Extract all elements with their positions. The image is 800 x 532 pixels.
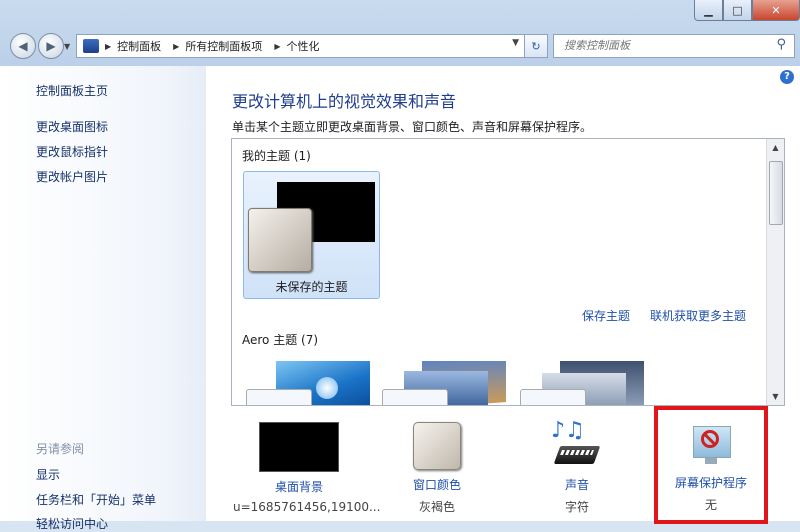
sidebar-item-mouse-pointers[interactable]: 更改鼠标指针 bbox=[36, 143, 108, 160]
task-sidebar: 控制面板主页 更改桌面图标 更改鼠标指针 更改帐户图片 另请参阅 显示 任务栏和… bbox=[0, 66, 206, 531]
sidebar-item-desktop-icons[interactable]: 更改桌面图标 bbox=[36, 118, 108, 135]
aero-window-color-swatch bbox=[382, 389, 448, 405]
aero-themes-heading: Aero 主题 (7) bbox=[242, 333, 319, 347]
breadcrumb-separator-icon: ▶ bbox=[274, 41, 281, 51]
title-bar-buttons: ▁ □ ✕ bbox=[694, 0, 800, 22]
page-title: 更改计算机上的视觉效果和声音 bbox=[232, 92, 457, 111]
see-also-taskbar-start-menu[interactable]: 任务栏和「开始」菜单 bbox=[36, 491, 156, 508]
theme-name: 未保存的主题 bbox=[275, 280, 348, 294]
breadcrumb-control-panel[interactable]: 控制面板 bbox=[117, 38, 161, 54]
aero-theme-tile[interactable] bbox=[382, 361, 506, 405]
get-more-themes-link[interactable]: 联机获取更多主题 bbox=[650, 307, 746, 324]
close-button[interactable]: ✕ bbox=[752, 0, 800, 21]
refresh-icon: ↻ bbox=[531, 39, 541, 53]
forward-button[interactable]: ▶ bbox=[38, 33, 64, 59]
personalization-window: ▁ □ ✕ ◀ ▶ ▼ ▶ 控制面板 ▶ 所有控制面板项 ▶ 个性化 ▼ ↻ ⚲ bbox=[0, 0, 800, 531]
minimize-button[interactable]: ▁ bbox=[694, 0, 723, 21]
back-button[interactable]: ◀ bbox=[10, 33, 36, 59]
window-color-value: 灰褐色 bbox=[418, 500, 455, 514]
window-color-icon bbox=[413, 422, 461, 470]
see-also-ease-of-access[interactable]: 轻松访问中心 bbox=[36, 515, 108, 532]
aero-theme-tile[interactable] bbox=[246, 361, 370, 405]
desktop-background-icon bbox=[259, 422, 339, 472]
address-bar[interactable]: ▶ 控制面板 ▶ 所有控制面板项 ▶ 个性化 ▼ bbox=[76, 34, 548, 58]
see-also-display[interactable]: 显示 bbox=[36, 466, 60, 483]
sounds-item[interactable]: ♪♫ 声音 字符 bbox=[507, 418, 647, 515]
refresh-button[interactable]: ↻ bbox=[524, 34, 548, 58]
sounds-label: 声音 bbox=[564, 478, 589, 492]
breadcrumb-all-items[interactable]: 所有控制面板项 bbox=[185, 38, 262, 54]
breadcrumb-separator-icon: ▶ bbox=[105, 41, 112, 51]
maximize-button[interactable]: □ bbox=[723, 0, 752, 21]
theme-tile-unsaved[interactable]: 未保存的主题 bbox=[243, 171, 380, 299]
breadcrumb-personalization[interactable]: 个性化 bbox=[286, 38, 319, 54]
theme-window-color-swatch bbox=[248, 208, 312, 272]
page-subtitle: 单击某个主题立即更改桌面背景、窗口颜色、声音和屏幕保护程序。 bbox=[232, 120, 593, 134]
sounds-value: 字符 bbox=[564, 500, 589, 514]
see-also-heading: 另请参阅 bbox=[36, 442, 85, 456]
search-input[interactable] bbox=[562, 38, 766, 53]
aero-window-color-swatch bbox=[246, 389, 312, 405]
scroll-up-icon[interactable]: ▲ bbox=[767, 139, 784, 156]
theme-list-scrollbar[interactable]: ▲ ▼ bbox=[766, 139, 784, 405]
help-icon[interactable]: ? bbox=[780, 70, 794, 84]
content-area: 控制面板主页 更改桌面图标 更改鼠标指针 更改帐户图片 另请参阅 显示 任务栏和… bbox=[0, 66, 800, 531]
control-panel-icon bbox=[83, 39, 99, 53]
scrollbar-thumb[interactable] bbox=[769, 161, 783, 225]
save-theme-link[interactable]: 保存主题 bbox=[582, 307, 630, 324]
address-dropdown-icon[interactable]: ▼ bbox=[512, 38, 519, 48]
breadcrumb-separator-icon: ▶ bbox=[173, 41, 180, 51]
back-arrow-icon: ◀ bbox=[18, 39, 28, 53]
desktop-background-label: 桌面背景 bbox=[274, 480, 323, 494]
sidebar-item-account-picture[interactable]: 更改帐户图片 bbox=[36, 168, 108, 185]
highlight-box bbox=[654, 406, 768, 524]
forward-arrow-icon: ▶ bbox=[46, 39, 56, 53]
desktop-background-value: u=1685761456,19100... bbox=[233, 500, 381, 514]
theme-list: 我的主题 (1) 未保存的主题 保存主题 联机获取更多主题 Aero 主题 (7… bbox=[231, 138, 785, 406]
recent-pages-chevron-icon[interactable]: ▼ bbox=[64, 42, 70, 51]
sidebar-item-control-panel-home[interactable]: 控制面板主页 bbox=[36, 82, 108, 99]
windows-logo-icon bbox=[316, 377, 338, 399]
my-themes-heading: 我的主题 (1) bbox=[242, 149, 311, 163]
desktop-background-item[interactable]: 桌面背景 u=1685761456,19100... bbox=[229, 422, 381, 514]
window-color-item[interactable]: 窗口颜色 灰褐色 bbox=[367, 422, 507, 515]
aero-theme-tile[interactable] bbox=[520, 361, 644, 405]
search-box[interactable]: ⚲ bbox=[553, 34, 795, 58]
scroll-down-icon[interactable]: ▼ bbox=[767, 388, 784, 405]
window-color-label: 窗口颜色 bbox=[412, 478, 461, 492]
navigation-bar: ◀ ▶ ▼ ▶ 控制面板 ▶ 所有控制面板项 ▶ 个性化 ▼ ↻ ⚲ bbox=[0, 30, 800, 62]
aero-window-color-swatch bbox=[520, 389, 586, 405]
search-icon[interactable]: ⚲ bbox=[776, 37, 786, 52]
sounds-icon: ♪♫ bbox=[549, 418, 605, 470]
